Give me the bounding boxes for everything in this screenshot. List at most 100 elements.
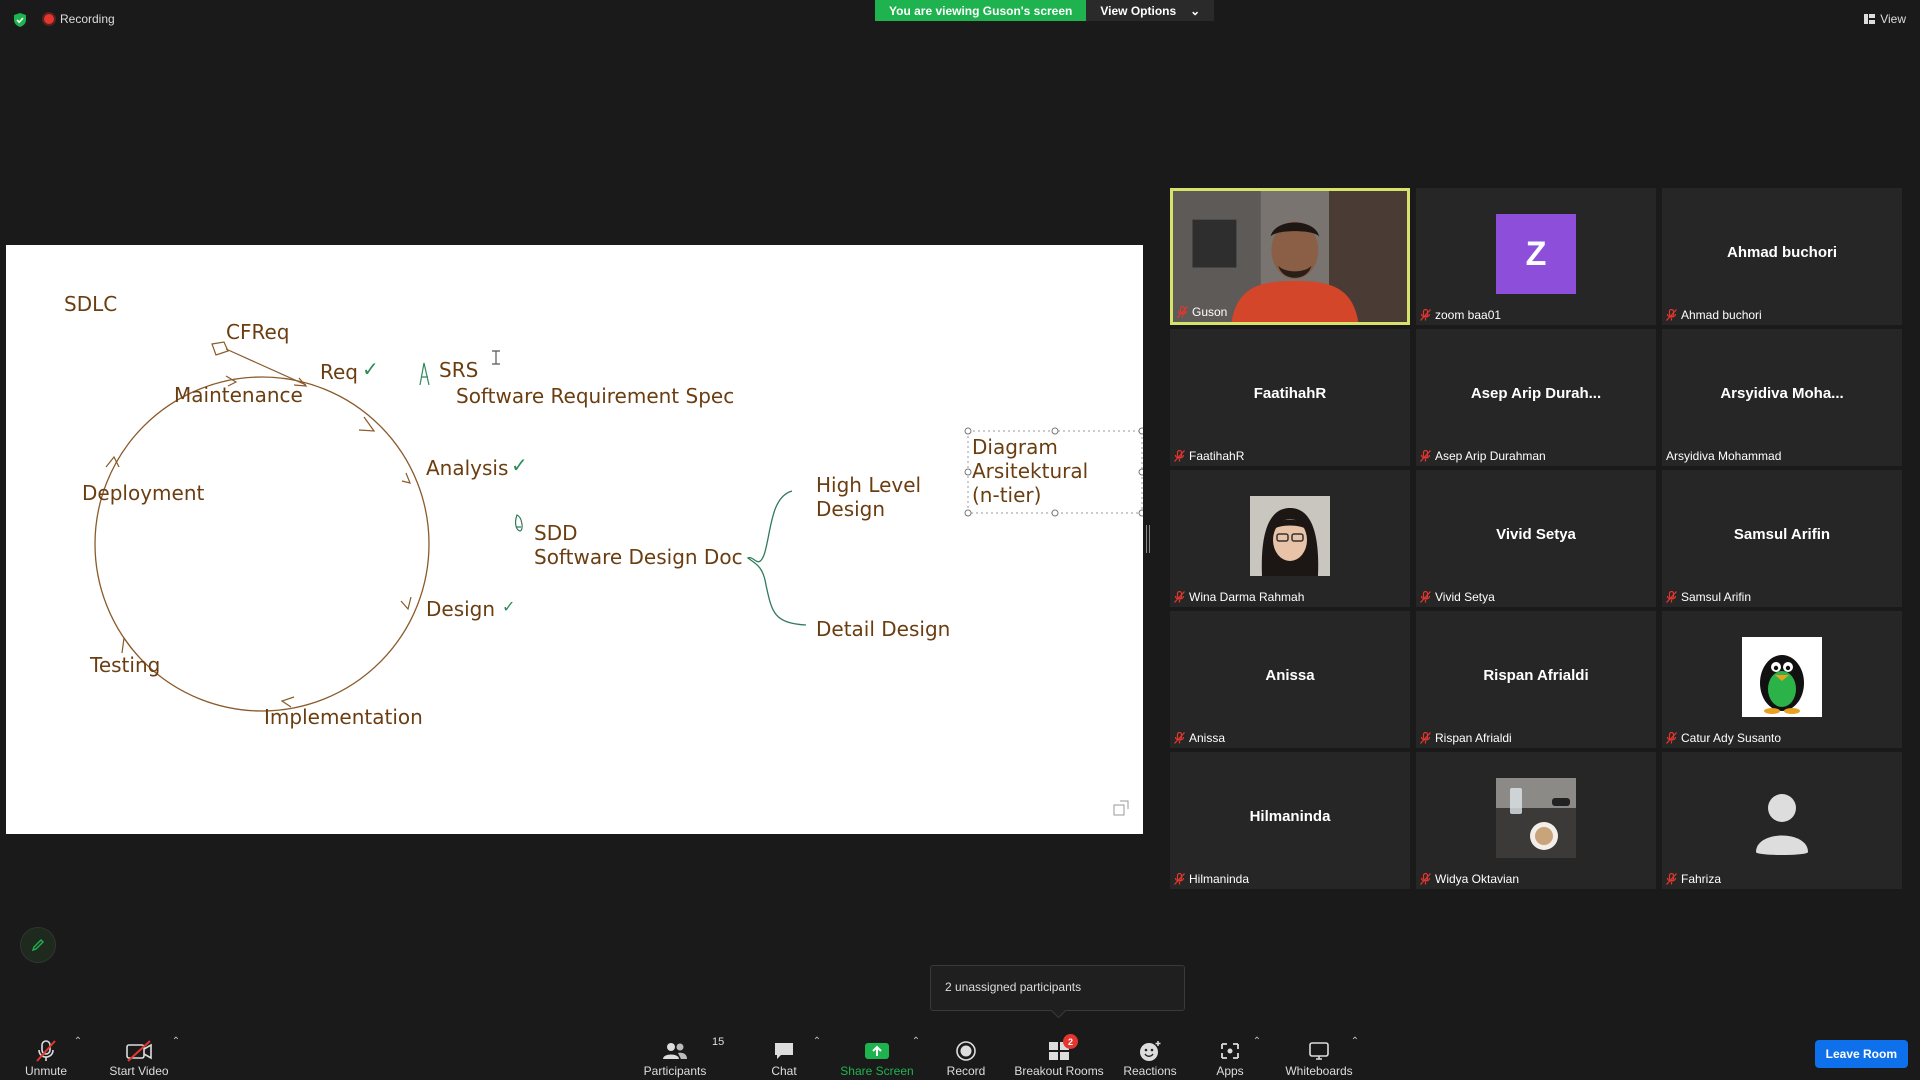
participant-name-label: Guson <box>1177 305 1227 319</box>
participant-display-name: Ahmad buchori <box>1726 244 1837 261</box>
wb-stage-cfreq: CFReq <box>226 320 290 344</box>
recording-label: Recording <box>60 12 115 26</box>
recording-indicator[interactable]: Recording <box>44 12 115 26</box>
participant-name: Samsul Arifin <box>1681 590 1752 604</box>
recording-dot-icon <box>44 14 54 24</box>
participant-name: zoom baa01 <box>1435 308 1502 322</box>
participant-tile[interactable]: Widya Oktavian <box>1416 752 1656 889</box>
participant-name: Anissa <box>1189 731 1226 745</box>
participant-name: Rispan Afrialdi <box>1435 731 1512 745</box>
unmute-button[interactable]: Unmute <box>20 1030 72 1078</box>
unmute-label: Unmute <box>24 1064 68 1078</box>
video-options-caret[interactable]: ⌃ <box>170 1030 182 1078</box>
reactions-button[interactable]: Reactions <box>1123 1030 1177 1078</box>
record-button[interactable]: Record <box>944 1030 988 1078</box>
record-icon <box>956 1041 976 1061</box>
pencil-icon <box>31 939 44 952</box>
participant-tile[interactable]: Hilmaninda Hilmaninda <box>1170 752 1410 889</box>
participant-tile[interactable]: Samsul Arifin Samsul Arifin <box>1662 470 1902 607</box>
participant-tile[interactable]: Zzoom baa01 <box>1416 188 1656 325</box>
participant-name-label: Anissa <box>1174 731 1225 745</box>
apps-options-caret[interactable]: ⌃ <box>1251 1030 1263 1078</box>
participant-name: FaatihahR <box>1189 449 1245 463</box>
mic-muted-icon <box>1420 873 1431 885</box>
participant-display-name: Anissa <box>1265 667 1315 684</box>
breakout-rooms-button[interactable]: 2 Breakout Rooms <box>1014 1030 1104 1078</box>
wb-stage-analysis: Analysis <box>426 456 509 480</box>
security-shield-icon[interactable] <box>12 12 28 28</box>
participants-button[interactable]: 15 Participants <box>640 1030 725 1078</box>
participant-tile[interactable]: Arsyidiva Moha... Arsyidiva Mohammad <box>1662 329 1902 466</box>
wb-stage-implementation: Implementation <box>264 705 423 729</box>
mic-muted-icon <box>1420 309 1431 321</box>
breakout-rooms-label: Breakout Rooms <box>1014 1064 1104 1078</box>
wb-textbox-line-3[interactable]: (n-tier) <box>972 483 1041 507</box>
whiteboards-options-caret[interactable]: ⌃ <box>1349 1030 1361 1078</box>
mic-muted-icon <box>1666 309 1677 321</box>
apps-button[interactable]: Apps <box>1216 1030 1244 1078</box>
participant-tile[interactable]: Rispan Afrialdi Rispan Afrialdi <box>1416 611 1656 748</box>
mic-muted-icon <box>1666 591 1677 603</box>
wb-stage-maintenance: Maintenance <box>174 383 303 407</box>
participant-tile[interactable]: Wina Darma Rahmah <box>1170 470 1410 607</box>
share-screen-label: Share Screen <box>840 1064 914 1078</box>
participant-display-name: Hilmaninda <box>1249 808 1331 825</box>
record-label: Record <box>946 1064 986 1078</box>
annotate-button[interactable] <box>20 927 56 963</box>
participant-name-label: Widya Oktavian <box>1420 872 1519 886</box>
participant-name: Wina Darma Rahmah <box>1189 590 1305 604</box>
wb-sdd-full: Software Design Doc <box>534 545 743 569</box>
shared-screen-whiteboard[interactable]: SDLC CFReq Req ✓ Maintenance SRS Softwar… <box>6 245 1143 834</box>
participant-name: Ahmad buchori <box>1681 308 1762 322</box>
wb-textbox-line-1[interactable]: Diagram <box>972 435 1058 459</box>
participant-name-label: Arsyidiva Mohammad <box>1666 449 1781 463</box>
participant-name-label: Fahriza <box>1666 872 1721 886</box>
participant-tile[interactable]: Ahmad buchori Ahmad buchori <box>1662 188 1902 325</box>
start-video-button[interactable]: Start Video <box>106 1030 172 1078</box>
participant-display-name: Arsyidiva Moha... <box>1720 385 1844 402</box>
mic-muted-icon <box>1420 732 1431 744</box>
participant-name-label: zoom baa01 <box>1420 308 1501 322</box>
video-feed <box>1173 191 1407 322</box>
mic-muted-icon <box>1174 873 1185 885</box>
participant-tile[interactable]: FaatihahR FaatihahR <box>1170 329 1410 466</box>
participants-label: Participants <box>643 1064 707 1078</box>
split-view-handle[interactable] <box>1146 525 1150 553</box>
chat-icon <box>775 1043 793 1059</box>
view-options-button[interactable]: View Options ⌄ <box>1086 0 1215 21</box>
participant-display-name: Samsul Arifin <box>1733 526 1831 543</box>
participant-tile[interactable]: Asep Arip Durah... Asep Arip Durahman <box>1416 329 1656 466</box>
whiteboards-button[interactable]: Whiteboards <box>1284 1030 1354 1078</box>
wb-textbox-line-2[interactable]: Arsitektural <box>972 459 1088 483</box>
participant-tile[interactable]: Vivid Setya Vivid Setya <box>1416 470 1656 607</box>
audio-options-caret[interactable]: ⌃ <box>72 1030 84 1078</box>
chat-options-caret[interactable]: ⌃ <box>811 1030 823 1078</box>
participant-name: Asep Arip Durahman <box>1435 449 1546 463</box>
share-options-caret[interactable]: ⌃ <box>910 1030 922 1078</box>
participant-display-name: FaatihahR <box>1253 385 1327 402</box>
mic-muted-icon <box>1174 450 1185 462</box>
participant-tile[interactable]: Catur Ady Susanto <box>1662 611 1902 748</box>
tooltip-text: 2 unassigned participants <box>945 980 1082 994</box>
reactions-icon <box>1140 1041 1161 1061</box>
view-options-label: View Options <box>1100 4 1177 18</box>
unassigned-participants-tooltip: 2 unassigned participants <box>930 965 1185 1011</box>
avatar <box>1250 496 1330 576</box>
wb-check-analysis: ✓ <box>511 453 528 477</box>
participant-tile[interactable]: Guson <box>1170 188 1410 325</box>
participants-icon <box>663 1043 687 1059</box>
wb-detail-design: Detail Design <box>816 617 951 641</box>
participant-tile[interactable]: Fahriza <box>1662 752 1902 889</box>
leave-room-button[interactable]: Leave Room <box>1814 1040 1908 1068</box>
participant-tile[interactable]: Anissa Anissa <box>1170 611 1410 748</box>
chat-label: Chat <box>771 1064 797 1078</box>
participant-name-label: FaatihahR <box>1174 449 1244 463</box>
mic-muted-icon <box>36 1040 56 1062</box>
breakout-badge: 2 <box>1063 1034 1078 1049</box>
wb-title-sdlc: SDLC <box>64 292 118 316</box>
mic-muted-icon <box>1666 873 1677 885</box>
share-screen-button[interactable]: Share Screen <box>840 1030 914 1078</box>
start-video-label: Start Video <box>109 1064 169 1078</box>
view-button[interactable]: View <box>1864 12 1906 26</box>
chat-button[interactable]: Chat <box>766 1030 802 1078</box>
